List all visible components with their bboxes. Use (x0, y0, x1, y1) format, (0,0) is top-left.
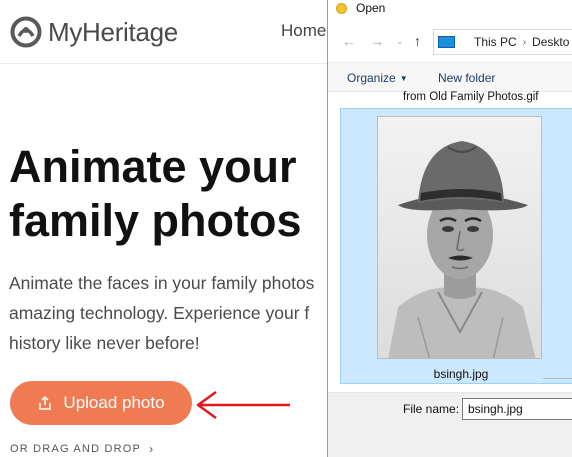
hero-description-line-3: history like never before! (9, 333, 200, 353)
upload-icon (39, 395, 52, 410)
this-pc-icon (438, 36, 455, 48)
breadcrumb-desktop[interactable]: Deskto (532, 35, 569, 49)
upload-photo-button[interactable]: Upload photo (10, 381, 192, 425)
file-name-input[interactable]: bsingh.jpg (462, 398, 572, 420)
hero-description-line-2: amazing technology. Experience your f (9, 303, 310, 323)
file-name-label: File name: (403, 402, 460, 416)
dropdown-triangle-icon: ▼ (399, 74, 408, 83)
drag-and-drop-label: OR DRAG AND DROP (10, 443, 142, 455)
nav-home-link[interactable]: Home (281, 21, 326, 41)
myheritage-logo-icon (10, 16, 42, 48)
address-bar[interactable]: This PC › Deskto (433, 29, 572, 55)
dialog-titlebar[interactable]: Open (328, 0, 572, 16)
organize-label: Organize (347, 71, 396, 85)
back-arrow-icon[interactable]: ← (342, 33, 356, 49)
breadcrumb-this-pc[interactable]: This PC (474, 35, 517, 49)
recent-locations-chevron-icon[interactable]: ⌄ (396, 36, 404, 47)
dialog-toolbar: Organize ▼ New folder (328, 62, 572, 92)
hero-description-line-1: Animate the faces in your family photos (9, 273, 315, 293)
myheritage-logo[interactable]: MyHeritage (10, 16, 178, 48)
file-name-row: File name: bsingh.jpg (328, 392, 572, 432)
breadcrumb-separator-icon[interactable]: › (523, 37, 526, 48)
hero-title-line-1: Animate your (9, 141, 297, 192)
selected-file-name: bsingh.jpg (433, 367, 489, 381)
file-item-label[interactable]: from Old Family Photos.gif (403, 91, 538, 103)
new-folder-button[interactable]: New folder (438, 71, 495, 85)
logo-text: MyHeritage (48, 16, 178, 47)
forward-arrow-icon[interactable]: → (370, 33, 384, 49)
dialog-navigation-bar: ← → ⌄ ↑ This PC › Deskto (328, 24, 572, 58)
hero-title: Animate your family photos (9, 140, 339, 248)
hero-title-line-2: family photos (9, 195, 302, 246)
organize-button[interactable]: Organize ▼ (347, 71, 408, 85)
upload-photo-label: Upload photo (63, 393, 165, 412)
file-list-divider (543, 378, 572, 379)
selected-file-item[interactable]: bsingh.jpg (340, 108, 572, 384)
annotation-arrow-icon (196, 390, 290, 420)
file-list: from Old Family Photos.gif bsingh.jpg (328, 91, 572, 392)
dialog-footer (328, 432, 572, 457)
up-arrow-icon[interactable]: ↑ (414, 33, 421, 49)
dialog-app-icon (336, 2, 347, 14)
chevron-right-icon: › (149, 442, 155, 456)
open-file-dialog: Open ← → ⌄ ↑ This PC › Deskto Organize ▼ … (327, 0, 572, 457)
hero-description: Animate the faces in your family photos … (9, 268, 339, 358)
drag-and-drop-link[interactable]: OR DRAG AND DROP › (10, 442, 154, 456)
photo-thumbnail (377, 116, 542, 359)
dialog-title: Open (356, 1, 386, 15)
portrait-photo-image (378, 117, 541, 358)
